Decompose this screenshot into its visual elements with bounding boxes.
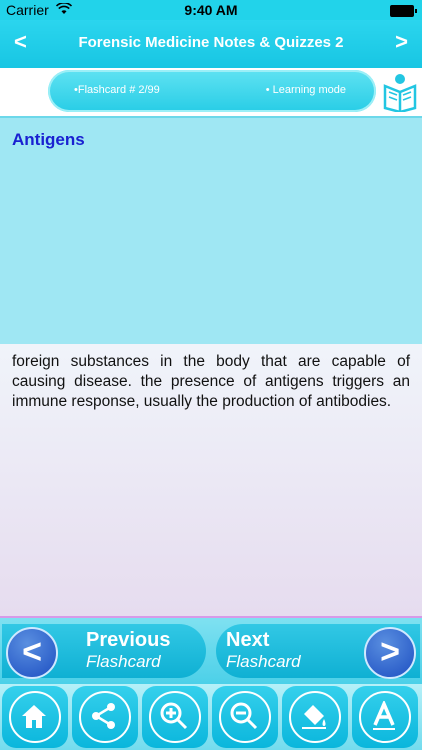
zoom-in-icon [160,702,188,730]
back-button[interactable]: < [14,29,27,55]
zoom-out-button[interactable] [212,686,278,748]
home-button[interactable] [2,686,68,748]
bottom-toolbar [0,684,422,750]
previous-sublabel: Flashcard [86,652,161,671]
previous-label: Previous [86,629,171,651]
font-icon [373,701,395,730]
share-button[interactable] [72,686,138,748]
zoom-out-icon [230,702,258,730]
paint-bucket-icon [302,705,326,729]
zoom-in-button[interactable] [142,686,208,748]
clock: 9:40 AM [184,2,238,18]
next-sublabel: Flashcard [226,652,301,671]
flashcard-front[interactable]: Antigens [0,116,422,346]
home-icon [22,705,46,728]
status-bar: Carrier 9:40 AM [0,0,422,20]
next-label: Next [226,629,270,651]
flashcard-counter: •Flashcard # 2/99 [74,84,160,96]
chevron-left-icon: < [6,627,58,679]
flashcard-info-pill: •Flashcard # 2/99 • Learning mode [48,70,376,112]
book-reader-icon[interactable] [382,72,418,112]
battery-icon [390,5,417,17]
page-title: Forensic Medicine Notes & Quizzes 2 [78,34,344,51]
info-bar: •Flashcard # 2/99 • Learning mode [0,68,422,114]
theme-color-button[interactable] [282,686,348,748]
flashcard-nav: < Previous Flashcard Next Flashcard > [0,618,422,684]
share-icon [92,703,115,729]
next-flashcard-button[interactable]: Next Flashcard > [216,624,420,679]
forward-button[interactable]: > [395,29,408,55]
nav-bar: < Forensic Medicine Notes & Quizzes 2 > [0,20,422,68]
chevron-right-icon: > [364,627,416,679]
previous-flashcard-button[interactable]: < Previous Flashcard [2,624,206,679]
flashcard-back[interactable]: foreign substances in the body that are … [0,344,422,616]
flashcard-definition: foreign substances in the body that are … [12,353,410,410]
mode-label: • Learning mode [265,84,346,96]
font-button[interactable] [352,686,418,748]
flashcard-term: Antigens [12,130,85,149]
